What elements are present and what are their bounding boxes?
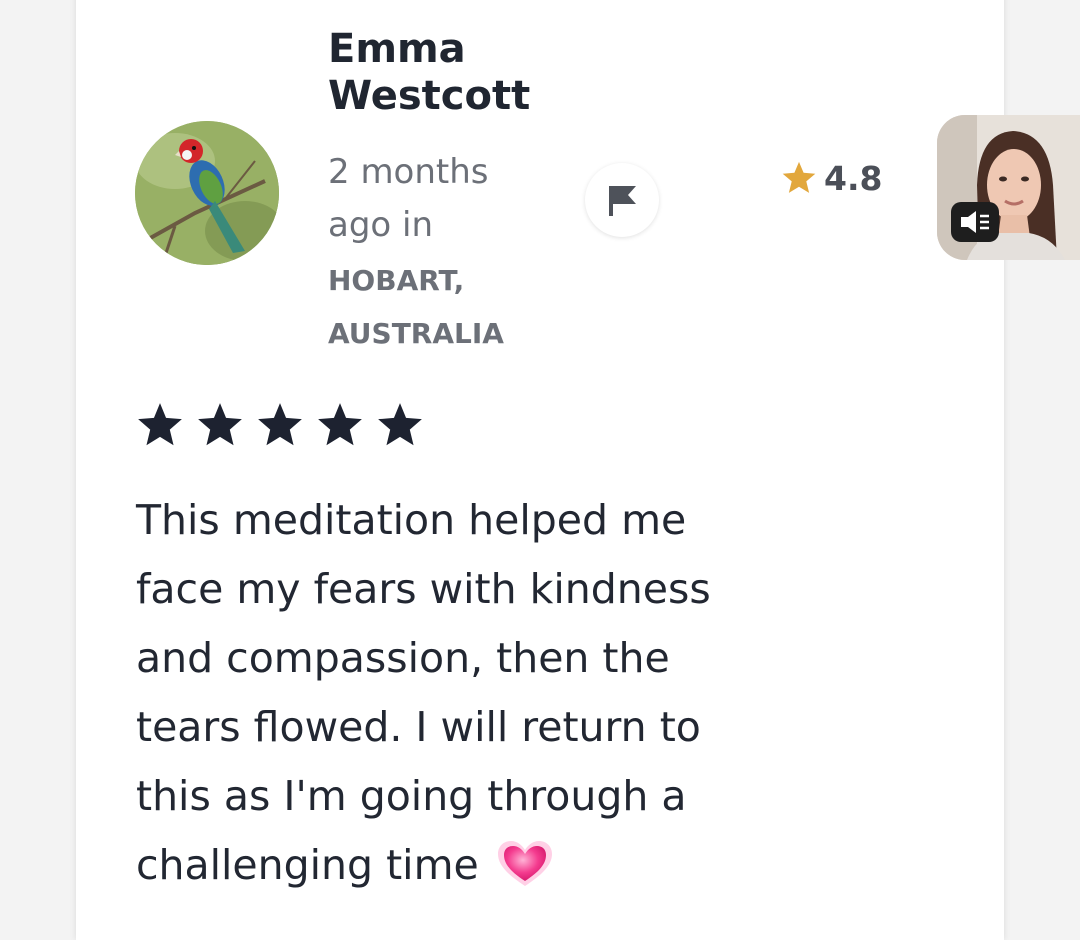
reviewer-avatar[interactable] (135, 121, 279, 265)
report-flag-button[interactable] (585, 163, 659, 237)
flag-icon (609, 186, 636, 216)
rosella-bird-avatar-image (135, 121, 279, 265)
star-icon (198, 403, 242, 446)
teacher-rating: 4.8 (780, 154, 882, 202)
growing-heart-emoji (497, 841, 552, 886)
mute-toggle-button[interactable] (951, 202, 999, 242)
review-text: This meditation helped me face my fears … (136, 496, 711, 889)
star-icon (782, 161, 816, 193)
teacher-video-thumbnail[interactable] (937, 115, 1080, 260)
star-icon (318, 403, 362, 446)
rating-value: 4.8 (824, 158, 883, 198)
star-icon (258, 403, 302, 446)
reviewer-location: HOBART, AUSTRALIA (328, 264, 504, 350)
review-time: 2 months ago in (328, 152, 489, 245)
review-star-rating (134, 400, 426, 450)
review-text-block: This meditation helped me face my fears … (136, 486, 776, 900)
speaker-muted-icon (961, 211, 989, 233)
star-icon (378, 403, 422, 446)
star-icon (138, 403, 182, 446)
reviewer-name[interactable]: Emma Westcott (328, 26, 588, 120)
